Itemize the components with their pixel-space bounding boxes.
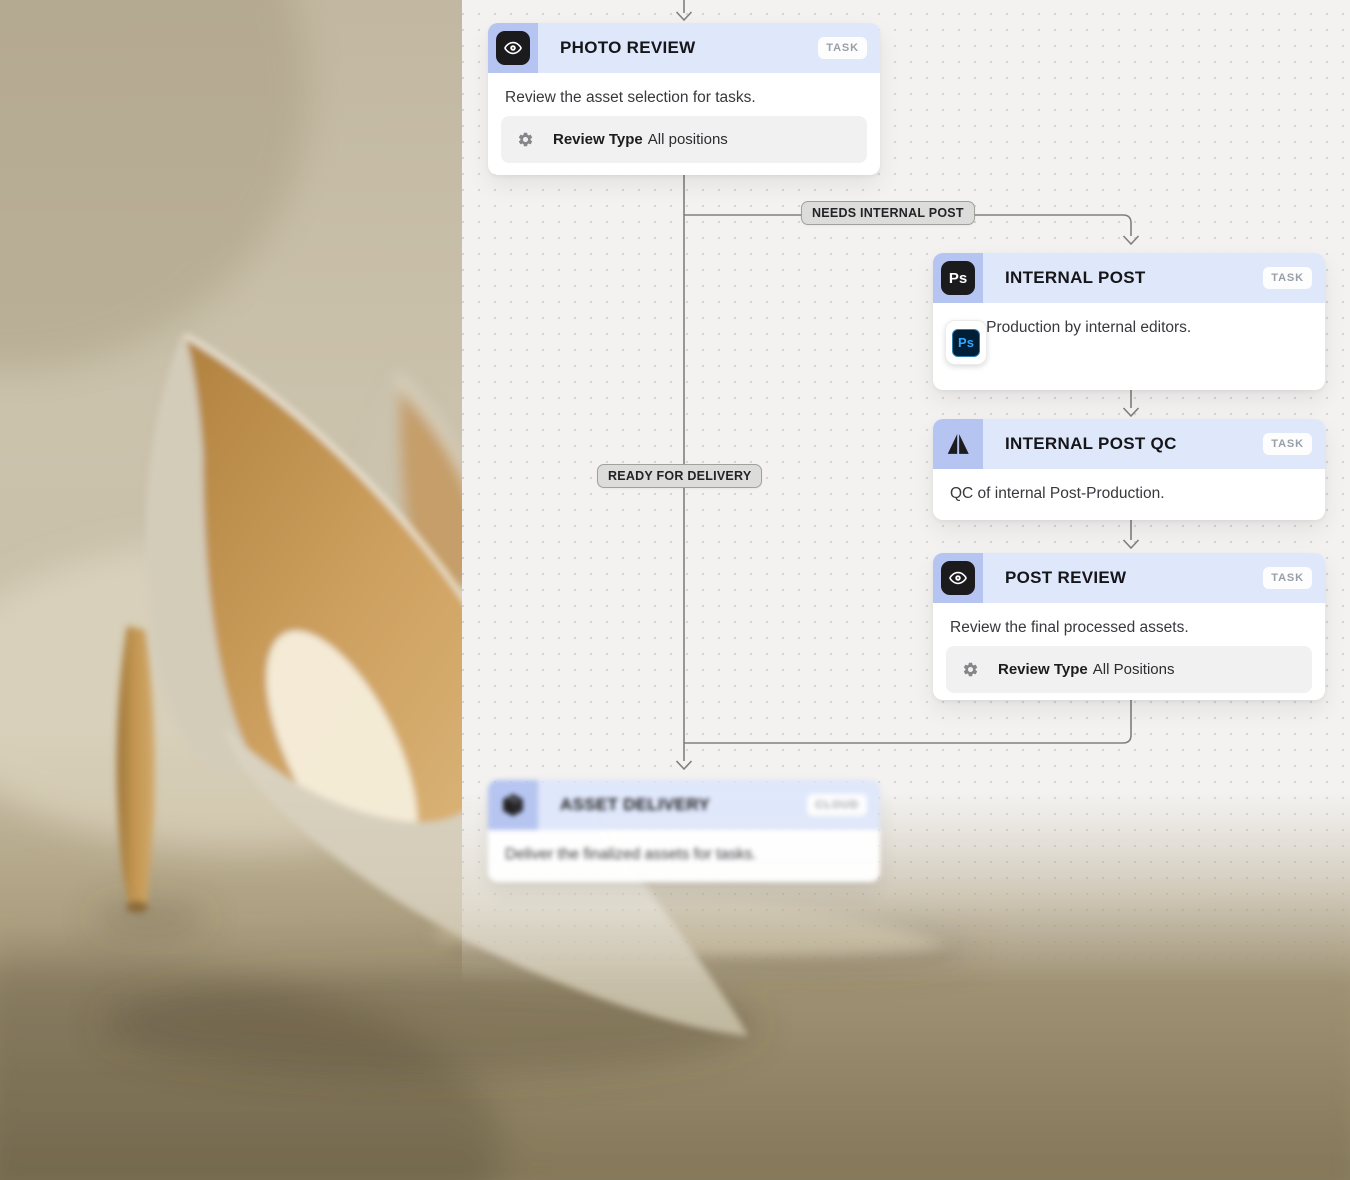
edge-label-needs-internal-post[interactable]: NEEDS INTERNAL POST <box>801 201 975 225</box>
node-asset-delivery[interactable]: ASSET DELIVERY CLOUD Deliver the finaliz… <box>488 780 880 882</box>
asset-delivery-blur-region: ASSET DELIVERY CLOUD Deliver the finaliz… <box>488 780 880 884</box>
gear-icon <box>962 661 979 678</box>
workflow-screenshot: NEEDS INTERNAL POST READY FOR DELIVERY P… <box>0 0 1350 1180</box>
node-description: Review the final processed assets. <box>950 616 1312 640</box>
eye-icon <box>496 31 530 65</box>
node-description: Deliver the finalized assets for tasks. <box>505 843 867 867</box>
node-title: INTERNAL POST QC <box>1005 434 1177 454</box>
node-internal-post-qc[interactable]: INTERNAL POST QC TASK QC of internal Pos… <box>933 419 1325 520</box>
node-title: POST REVIEW <box>1005 568 1126 588</box>
node-type-badge: CLOUD <box>807 794 867 816</box>
pyramid-icon <box>944 430 972 458</box>
eye-icon <box>941 561 975 595</box>
node-header: Ps INTERNAL POST TASK <box>933 253 1325 303</box>
node-icon-cell <box>488 780 538 830</box>
node-type-badge: TASK <box>1263 267 1312 289</box>
node-description: QC of internal Post-Production. <box>950 482 1312 506</box>
node-description: Post-Production by internal editors. <box>950 316 1312 340</box>
node-body: Review the final processed assets. Revie… <box>933 603 1325 705</box>
edge-internalpost-to-qc-arrow <box>1124 408 1139 416</box>
node-body: Review the asset selection for tasks. Re… <box>488 73 880 175</box>
photoshop-app-icon: Ps <box>952 329 980 357</box>
param-value: All Positions <box>1093 661 1175 678</box>
gear-icon <box>517 131 534 148</box>
node-body: QC of internal Post-Production. <box>933 469 1325 524</box>
edge-label-ready-for-delivery[interactable]: READY FOR DELIVERY <box>597 464 762 488</box>
node-title: INTERNAL POST <box>1005 268 1146 288</box>
edge-qc-to-postreview-arrow <box>1124 540 1139 548</box>
node-body: Post-Production by internal editors. Ps <box>933 303 1325 358</box>
node-icon-cell <box>933 419 983 469</box>
node-header: PHOTO REVIEW TASK <box>488 23 880 73</box>
node-description: Review the asset selection for tasks. <box>505 86 867 110</box>
edge-branch-arrow <box>1124 236 1139 244</box>
photoshop-icon-text: Ps <box>949 270 967 287</box>
review-type-param[interactable]: Review Type All positions <box>501 116 867 163</box>
node-title: ASSET DELIVERY <box>560 795 710 815</box>
node-header: POST REVIEW TASK <box>933 553 1325 603</box>
node-header: INTERNAL POST QC TASK <box>933 419 1325 469</box>
photoshop-icon: Ps <box>941 261 975 295</box>
package-icon <box>499 791 527 819</box>
node-body: Deliver the finalized assets for tasks. <box>488 830 880 885</box>
param-label: Review Type <box>998 661 1088 678</box>
param-value: All positions <box>648 131 728 148</box>
node-icon-cell: Ps <box>933 253 983 303</box>
node-photo-review[interactable]: PHOTO REVIEW TASK Review the asset selec… <box>488 23 880 175</box>
node-title: PHOTO REVIEW <box>560 38 696 58</box>
node-type-badge: TASK <box>818 37 867 59</box>
review-type-param[interactable]: Review Type All Positions <box>946 646 1312 693</box>
edge-return-to-main <box>684 700 1131 743</box>
node-internal-post[interactable]: Ps INTERNAL POST TASK Post-Production by… <box>933 253 1325 390</box>
edge-main-arrow <box>677 761 692 769</box>
edge-incoming-top-arrow <box>677 12 692 20</box>
param-label: Review Type <box>553 131 643 148</box>
photoshop-app-badge: Ps <box>945 320 987 365</box>
node-type-badge: TASK <box>1263 567 1312 589</box>
node-type-badge: TASK <box>1263 433 1312 455</box>
node-header: ASSET DELIVERY CLOUD <box>488 780 880 830</box>
node-icon-cell <box>933 553 983 603</box>
node-icon-cell <box>488 23 538 73</box>
node-post-review[interactable]: POST REVIEW TASK Review the final proces… <box>933 553 1325 700</box>
